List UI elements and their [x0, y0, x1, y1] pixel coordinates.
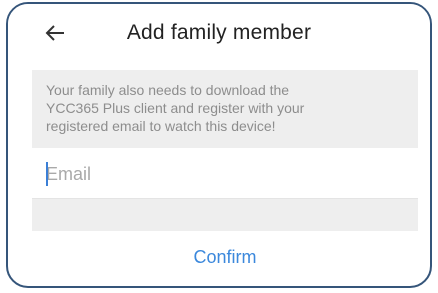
notice-line-3: registered email to watch this device!	[46, 118, 276, 134]
page-title: Add family member	[126, 21, 312, 44]
notice-line-2: YCC365 Plus client and register with you…	[46, 100, 305, 116]
dialog-frame: Add family member Your family also needs…	[6, 2, 432, 288]
notice-line-1: Your family also needs to download the	[46, 82, 290, 98]
confirm-button[interactable]: Confirm	[32, 232, 418, 282]
email-row	[32, 150, 418, 199]
email-field[interactable]	[46, 161, 376, 187]
text-cursor	[46, 162, 48, 186]
divider-band	[32, 199, 418, 231]
info-notice: Your family also needs to download the Y…	[32, 70, 418, 148]
header-bar: Add family member	[8, 4, 430, 68]
